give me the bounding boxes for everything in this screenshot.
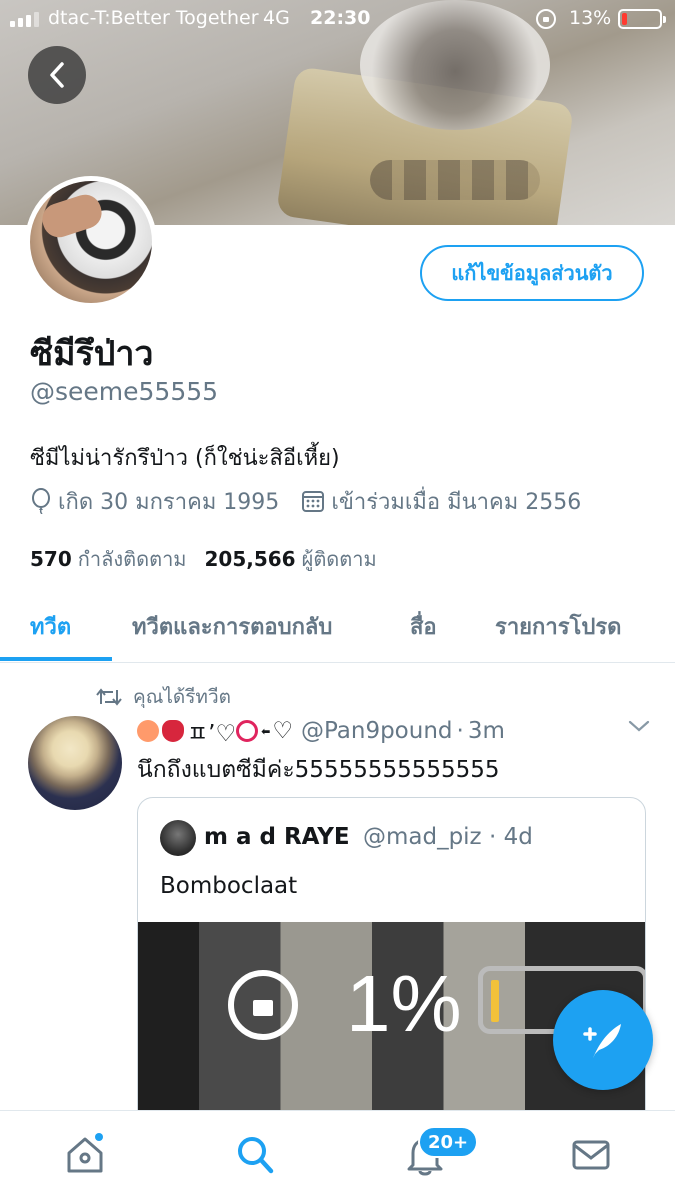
status-time: 22:30 (310, 7, 371, 29)
profile-handle: @seeme55555 (30, 377, 219, 406)
chevron-down-icon[interactable] (627, 718, 651, 734)
profile-avatar[interactable] (25, 176, 157, 308)
birthday-text: เกิด 30 มกราคม 1995 (58, 489, 280, 515)
tab-tweets[interactable]: ทวีต (30, 609, 71, 644)
battery-icon (618, 9, 666, 29)
battery-percent: 13% (569, 7, 612, 29)
followers-link[interactable]: 205,566 ผู้ติดตาม (205, 543, 377, 575)
quoted-time: 4d (503, 824, 533, 850)
network-type: 4G (263, 7, 290, 29)
profile-tabs: ทวีต ทวีตและการตอบกลับ สื่อ รายการโปรด (0, 595, 675, 663)
orientation-lock-icon (536, 9, 556, 29)
home-icon[interactable] (64, 1133, 106, 1177)
tab-media[interactable]: สื่อ (410, 609, 437, 644)
birthday-item: เกิด 30 มกราคม 1995 (30, 484, 279, 519)
tweet-author-avatar[interactable] (28, 716, 122, 810)
peach-emoji-icon (137, 720, 159, 742)
quoted-header: m a d RAYE @mad_piz · 4d (204, 824, 533, 850)
edit-profile-button[interactable]: แก้ไขข้อมูลส่วนตัว (420, 245, 644, 301)
compose-tweet-button[interactable] (553, 990, 653, 1090)
retweet-label: คุณได้รีทวีต (133, 686, 231, 708)
author-name-part: ㅍ’♡ (187, 721, 237, 747)
profile-screen: dtac-T:Better Together 4G 22:30 13% แก้ไ… (0, 0, 675, 1200)
tab-tweets-and-replies[interactable]: ทวีตและการตอบกลับ (132, 609, 332, 644)
display-name: ซีมีรึป่าว (30, 334, 154, 374)
tweet-time: 3m (467, 718, 505, 744)
notifications-badge: 20+ (418, 1126, 479, 1158)
media-battery-text: 1% (346, 959, 462, 1048)
alarm-clock-emoji-icon (236, 720, 259, 742)
joined-item: เข้าร่วมเมื่อ มีนาคม 2556 (301, 484, 581, 519)
following-count: 570 (30, 547, 72, 571)
back-button[interactable] (28, 46, 86, 104)
active-tab-indicator (0, 657, 112, 661)
tweet-text: นึกถึงแบตซีมีค่ะ55555555555555 (137, 757, 500, 783)
quoted-author-avatar (160, 820, 196, 856)
compose-feather-icon (583, 1024, 621, 1058)
joined-text: เข้าร่วมเมื่อ มีนาคม 2556 (331, 489, 582, 515)
quoted-text: Bomboclaat (160, 873, 298, 899)
tweet-author-handle[interactable]: @Pan9pound (301, 718, 453, 744)
tweet-dot: · (456, 718, 464, 744)
follow-stats: 570 กำลังติดตาม 205,566 ผู้ติดตาม (30, 543, 377, 575)
followers-label: ผู้ติดตาม (301, 547, 377, 571)
following-label: กำลังติดตาม (77, 547, 187, 571)
search-icon[interactable] (234, 1133, 276, 1177)
following-link[interactable]: 570 กำลังติดตาม (30, 543, 187, 575)
balloon-icon (32, 488, 50, 514)
followers-count: 205,566 (204, 547, 296, 571)
bottom-navigation: 20+ (0, 1110, 675, 1200)
signal-strength-icon (10, 11, 39, 27)
orientation-lock-icon (228, 970, 298, 1040)
quoted-author-handle: @mad_piz (362, 824, 482, 850)
tab-likes[interactable]: รายการโปรด (495, 609, 621, 644)
messages-envelope-icon[interactable] (571, 1133, 611, 1177)
chevron-left-icon (50, 62, 64, 88)
profile-bio: ซีมีไม่น่ารักรึป่าว (ก็ใช่น่ะสิอีเหี้ย) (30, 446, 340, 471)
carrier-name: dtac-T:Better Together (48, 7, 259, 29)
calendar-icon (302, 491, 325, 512)
rose-emoji-icon (162, 720, 184, 742)
retweet-context: คุณได้รีทวีต (95, 682, 231, 712)
back-arrow-emoji-icon: ⬅ (261, 724, 271, 738)
retweet-icon (96, 688, 122, 706)
profile-meta: เกิด 30 มกราคม 1995 เข้าร่วมเมื่อ มีนาคม… (30, 486, 603, 516)
tweet-header[interactable]: ㅍ’♡ ⬅ ♡ @Pan9pound · 3m (137, 714, 505, 748)
battery-level-fill (622, 13, 627, 25)
author-name-end: ♡ (272, 718, 293, 744)
status-bar: dtac-T:Better Together 4G 22:30 13% (0, 0, 675, 38)
quoted-author-name: m a d RAYE (204, 824, 350, 850)
